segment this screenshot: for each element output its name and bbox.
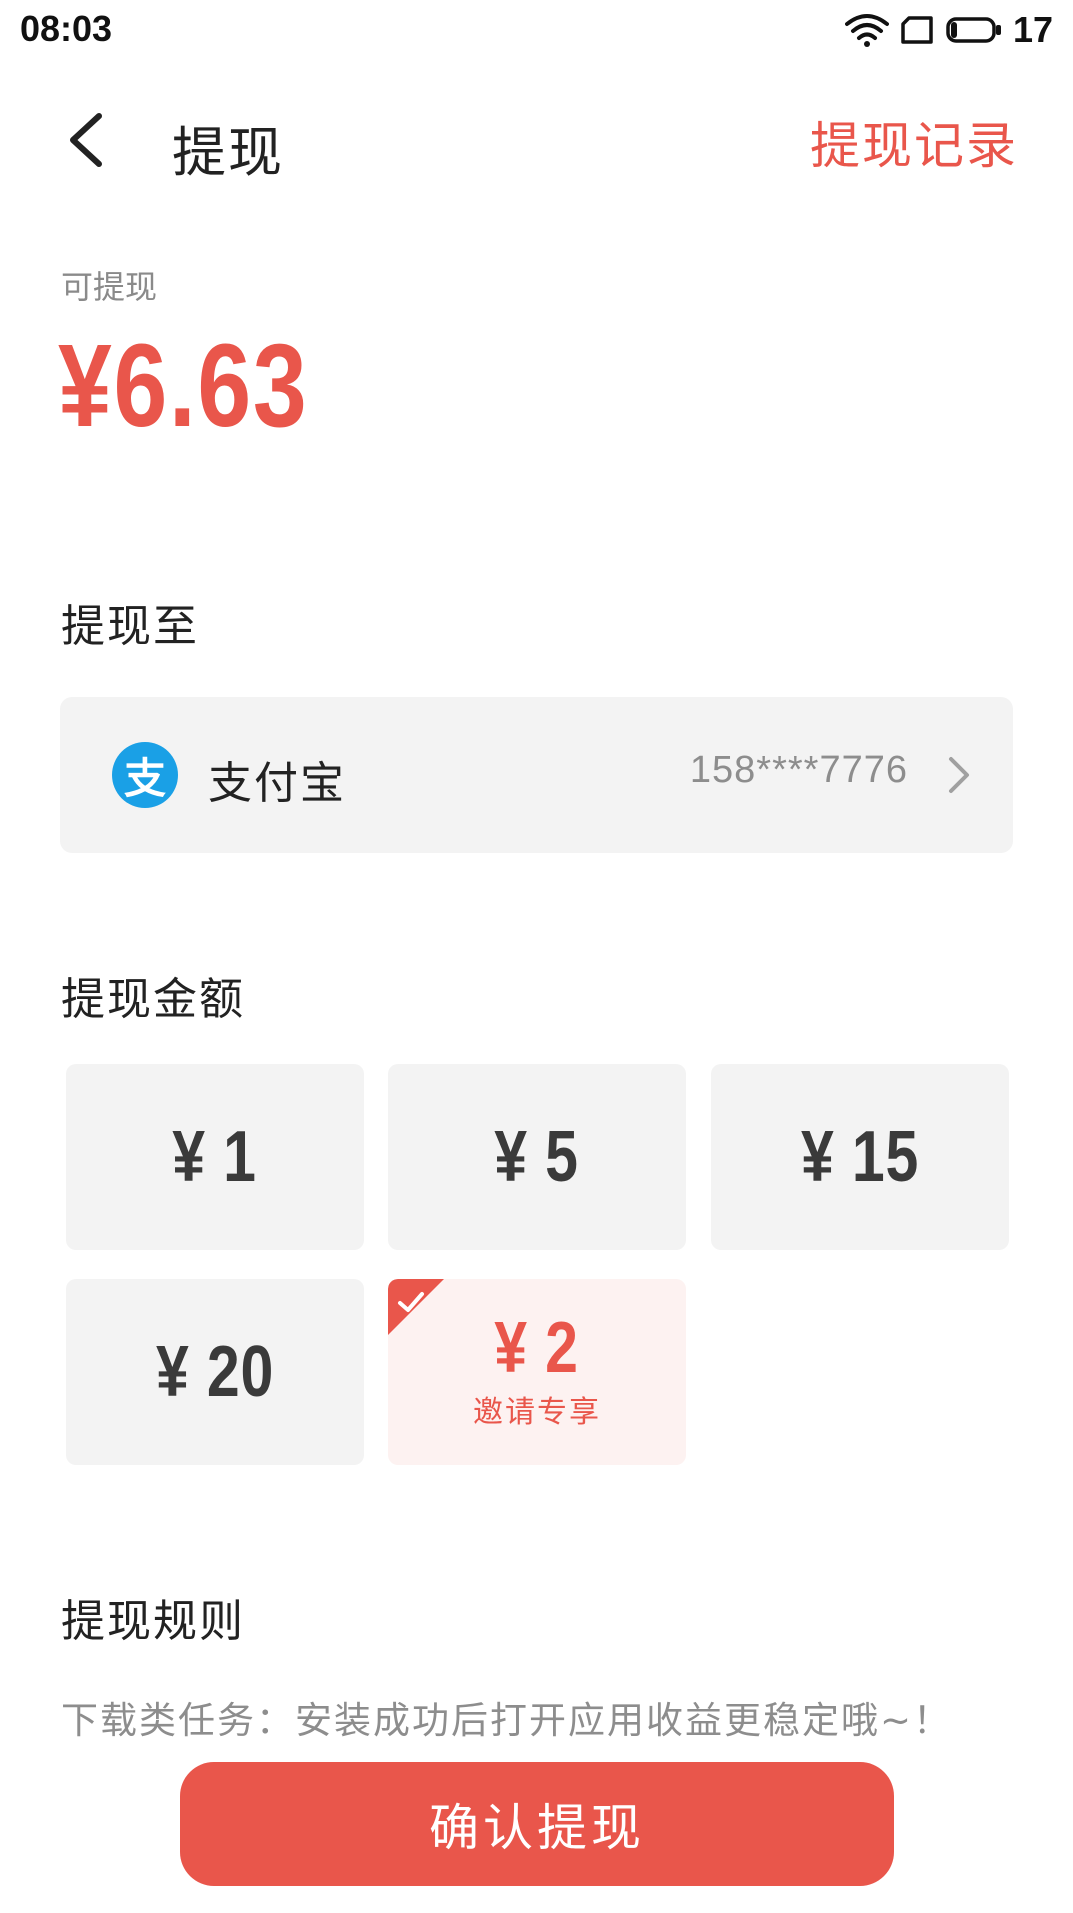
battery-icon <box>946 17 1001 43</box>
page-title: 提现 <box>172 121 284 184</box>
chevron-left-icon <box>70 113 102 167</box>
selected-check-icon <box>388 1279 444 1335</box>
available-label: 可提现 <box>61 268 158 306</box>
payment-account-selector[interactable]: 支 支付宝 158****7776 <box>60 697 1013 853</box>
status-bar: 08:03 17 <box>0 0 1073 60</box>
status-icons: 17 <box>844 9 1053 50</box>
account-number: 158****7776 <box>689 749 908 791</box>
payment-method-name: 支付宝 <box>208 758 346 809</box>
sim-icon <box>901 16 933 44</box>
alipay-glyph: 支 <box>123 753 166 803</box>
amount-option-1[interactable]: ¥ 1 <box>66 1064 364 1250</box>
withdraw-to-title: 提现至 <box>61 601 199 652</box>
battery-level: 17 <box>1012 9 1053 50</box>
available-amount: ¥6.63 <box>58 320 309 452</box>
alipay-icon: 支 <box>112 742 178 808</box>
chevron-right-icon <box>949 757 969 793</box>
status-time: 08:03 <box>20 8 113 49</box>
amount-value: ¥ 15 <box>800 1117 920 1197</box>
amount-option-2-invite[interactable]: ¥ 2 邀请专享 <box>388 1279 686 1465</box>
amount-value: ¥ 1 <box>172 1117 258 1197</box>
withdraw-amount-title: 提现金额 <box>61 974 245 1025</box>
amount-value: ¥ 5 <box>494 1117 580 1197</box>
confirm-withdraw-button[interactable]: 确认提现 <box>180 1762 894 1886</box>
back-button[interactable] <box>55 108 119 172</box>
rules-text: 下载类任务：安装成功后打开应用收益更稳定哦~！ <box>61 1699 953 1742</box>
amount-option-5[interactable]: ¥ 5 <box>388 1064 686 1250</box>
amount-value: ¥ 2 <box>494 1308 580 1388</box>
withdraw-rules-title: 提现规则 <box>61 1596 245 1647</box>
amount-option-20[interactable]: ¥ 20 <box>66 1279 364 1465</box>
header: 提现 提现记录 <box>0 90 1073 190</box>
invite-exclusive-tag: 邀请专享 <box>473 1395 601 1430</box>
withdraw-record-link[interactable]: 提现记录 <box>810 106 1018 178</box>
wifi-icon <box>844 14 889 47</box>
amount-option-15[interactable]: ¥ 15 <box>711 1064 1009 1250</box>
amount-value: ¥ 20 <box>155 1332 275 1412</box>
